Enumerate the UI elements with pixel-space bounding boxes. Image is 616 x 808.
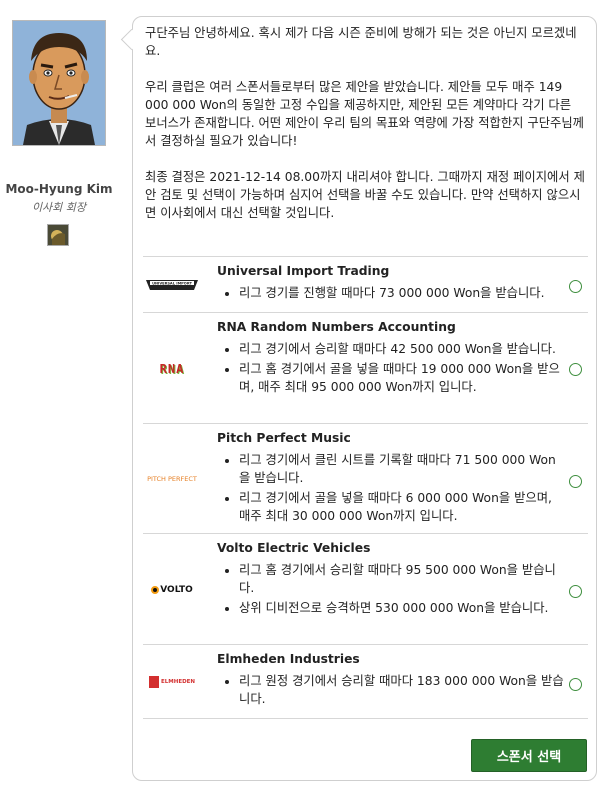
sponsor-logo: ELMHEDEN [143, 645, 201, 719]
avatar-portrait-image [13, 21, 105, 145]
volto-mark-icon [151, 585, 160, 594]
svg-text:UNIVERSAL IMPORT: UNIVERSAL IMPORT [152, 282, 192, 286]
bonus-item: 리그 경기에서 클린 시트를 기록할 때마다 71 500 000 Won을 받… [239, 451, 567, 487]
sponsor-bonus-list: 리그 경기를 진행할 때마다 73 000 000 Won을 받습니다. [217, 284, 567, 304]
elmheden-logo-text: ELMHEDEN [160, 679, 196, 685]
elmheden-mark-icon [148, 676, 159, 688]
bonus-item: 리그 경기에서 골을 넣을 때마다 6 000 000 Won을 받으며, 매주… [239, 489, 567, 525]
sponsor-name: Elmheden Industries [217, 652, 360, 666]
select-sponsor-button[interactable]: 스폰서 선택 [471, 739, 587, 772]
bonus-item: 리그 원정 경기에서 승리할 때마다 183 000 000 Won을 받습니다… [239, 672, 567, 708]
sponsor-logo: VOLTO [143, 534, 201, 645]
sponsor-logo: UNIVERSAL IMPORT [143, 257, 201, 313]
bonus-item: 리그 경기에서 승리할 때마다 42 500 000 Won을 받습니다. [239, 340, 567, 358]
sponsor-bonus-list: 리그 원정 경기에서 승리할 때마다 183 000 000 Won을 받습니다… [217, 672, 567, 710]
elmheden-logo-icon: ELMHEDEN [148, 676, 196, 688]
sponsor-name: Pitch Perfect Music [217, 431, 351, 445]
message-deadline: 최종 결정은 2021-12-14 08.00까지 내리셔야 합니다. 그때까지… [145, 170, 585, 220]
sponsor-bonus-list: 리그 경기에서 클린 시트를 기록할 때마다 71 500 000 Won을 받… [217, 451, 567, 527]
bonus-item: 리그 홈 경기에서 골을 넣을 때마다 19 000 000 Won을 받으며,… [239, 360, 567, 396]
sponsor-row-rna[interactable]: RNA RNA Random Numbers Accounting 리그 경기에… [143, 312, 588, 424]
sponsor-row-volto[interactable]: VOLTO Volto Electric Vehicles 리그 홈 경기에서 … [143, 533, 588, 645]
bonus-item: 상위 디비전으로 승격하면 530 000 000 Won을 받습니다. [239, 599, 567, 617]
sender-role: 이사회 회장 [31, 201, 87, 214]
sponsor-logo: RNA [143, 313, 201, 424]
sponsor-row-universal[interactable]: UNIVERSAL IMPORT Universal Import Tradin… [143, 256, 588, 313]
sponsor-radio-volto[interactable] [569, 585, 582, 598]
sponsor-row-elmheden[interactable]: ELMHEDEN Elmheden Industries 리그 원정 경기에서 … [143, 644, 588, 719]
sponsor-bonus-list: 리그 홈 경기에서 승리할 때마다 95 500 000 Won을 받습니다. … [217, 561, 567, 619]
bonus-item: 리그 홈 경기에서 승리할 때마다 95 500 000 Won을 받습니다. [239, 561, 567, 597]
universal-import-logo-icon: UNIVERSAL IMPORT [146, 280, 198, 290]
sponsor-row-pitch-perfect[interactable]: PITCH PERFECT Pitch Perfect Music 리그 경기에… [143, 423, 588, 534]
message-greeting: 구단주님 안녕하세요. 혹시 제가 다음 시즌 준비에 방해가 되는 것은 아닌… [145, 26, 577, 58]
sponsor-name: RNA Random Numbers Accounting [217, 320, 456, 334]
rna-logo-icon: RNA [159, 361, 185, 376]
bonus-item: 리그 경기를 진행할 때마다 73 000 000 Won을 받습니다. [239, 284, 567, 302]
sponsor-radio-rna[interactable] [569, 363, 582, 376]
sender-name: Moo-Hyung Kim [5, 182, 113, 196]
sponsor-bonus-list: 리그 경기에서 승리할 때마다 42 500 000 Won을 받습니다. 리그… [217, 340, 567, 398]
pitch-perfect-logo-icon: PITCH PERFECT [147, 475, 197, 483]
message-offer-info: 우리 클럽은 여러 스폰서들로부터 많은 제안을 받았습니다. 제안들 모두 매… [145, 80, 584, 148]
sponsor-name: Universal Import Trading [217, 264, 390, 278]
sponsor-radio-pitch-perfect[interactable] [569, 475, 582, 488]
message-body: 구단주님 안녕하세요. 혹시 제가 다음 시즌 준비에 방해가 되는 것은 아닌… [145, 24, 585, 222]
volto-logo-text: VOLTO [160, 584, 193, 595]
volto-logo-icon: VOLTO [151, 585, 193, 595]
sponsor-list-divider [143, 718, 588, 719]
sponsor-name: Volto Electric Vehicles [217, 541, 371, 555]
sponsor-radio-elmheden[interactable] [569, 678, 582, 691]
sponsor-logo: PITCH PERFECT [143, 424, 201, 534]
sponsor-radio-universal[interactable] [569, 280, 582, 293]
club-badge-icon[interactable] [47, 224, 69, 246]
avatar [12, 20, 106, 146]
